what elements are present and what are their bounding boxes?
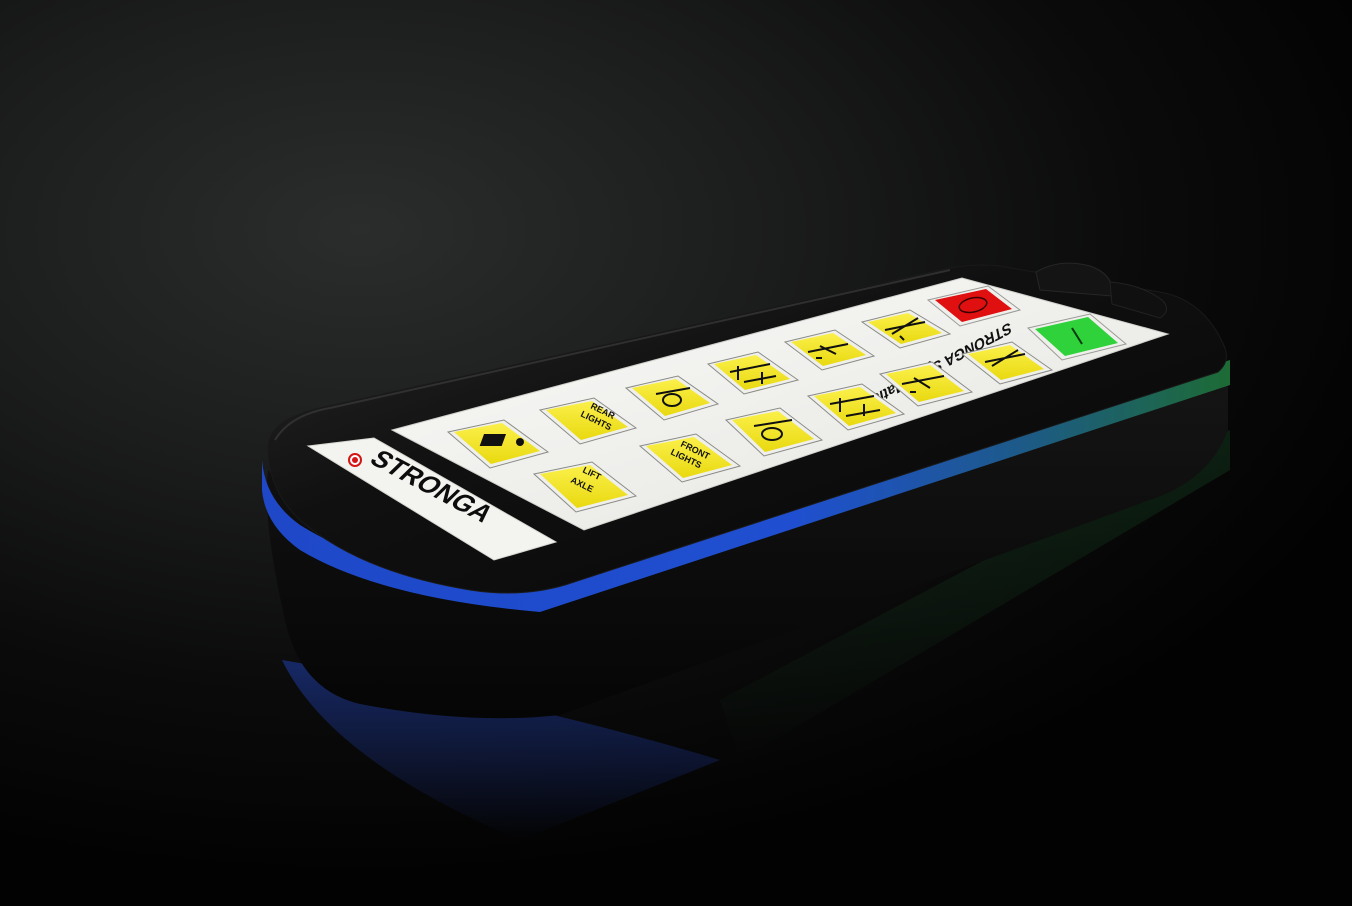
remote-control-device: STRONGA STRONGA SystaMatic REAR LIGHTS F… [262,262,1230,840]
product-render-scene: STRONGA STRONGA SystaMatic REAR LIGHTS F… [0,0,1352,906]
